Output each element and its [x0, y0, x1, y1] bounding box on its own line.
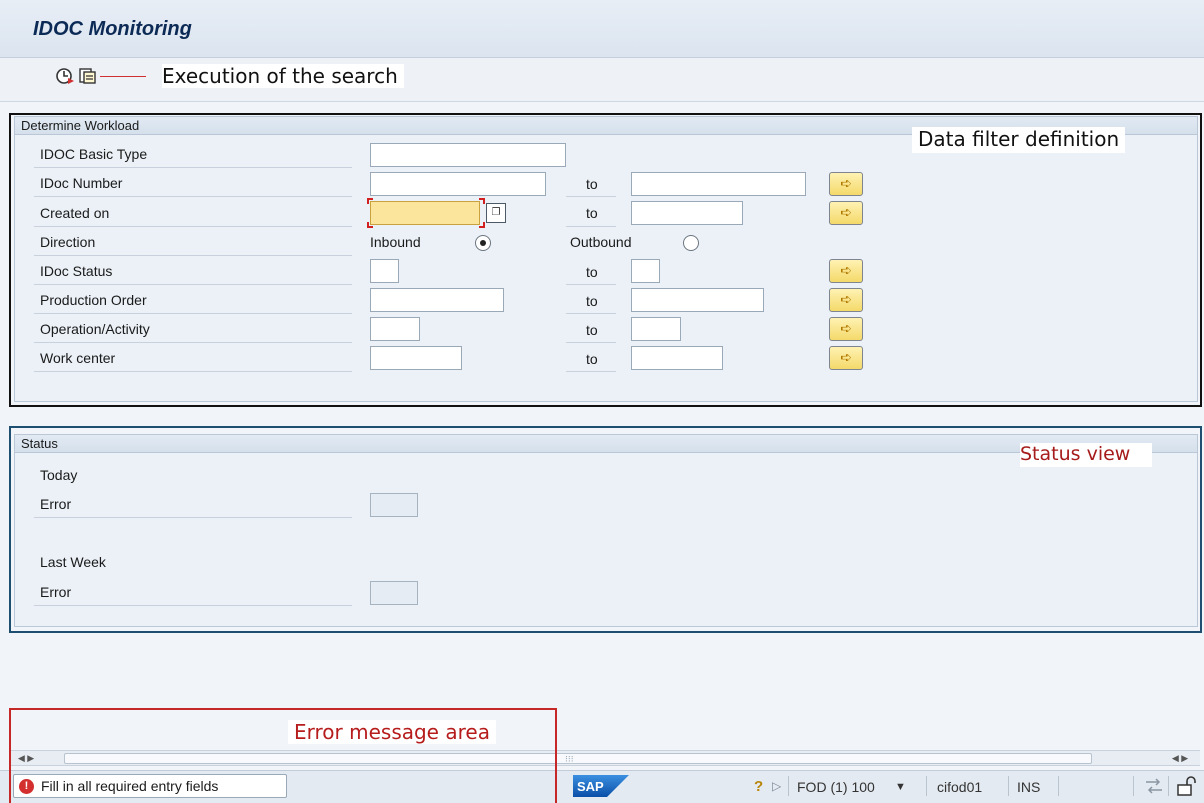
label-last-week-error: Error — [40, 584, 72, 600]
created-on-multiple-selection-button[interactable]: ➪ — [829, 201, 863, 225]
annotation-box-filter — [9, 113, 1202, 407]
help-icon[interactable]: ? — [754, 778, 763, 795]
label-underline — [34, 226, 352, 227]
label-today-error: Error — [40, 496, 72, 512]
selection-variant-icon[interactable] — [78, 66, 98, 86]
required-corner-mark — [479, 198, 485, 204]
sap-logo: SAP — [573, 775, 629, 797]
insert-mode: INS — [1017, 779, 1041, 795]
operation-activity-multiple-selection-button[interactable]: ➪ — [829, 317, 863, 341]
required-corner-mark — [479, 222, 485, 228]
idoc-number-to-input[interactable] — [631, 172, 806, 196]
label-idoc-number: IDoc Number — [40, 175, 123, 191]
client-info: cifod01 — [937, 779, 983, 795]
label-underline — [566, 284, 616, 285]
direction-inbound-radio[interactable] — [475, 235, 491, 251]
production-order-multiple-selection-button[interactable]: ➪ — [829, 288, 863, 312]
required-corner-mark — [367, 198, 373, 204]
work-center-from-input[interactable] — [370, 346, 462, 370]
chevron-down-icon[interactable]: ▼ — [895, 781, 906, 793]
idoc-number-from-input[interactable] — [370, 172, 546, 196]
execute-icon[interactable] — [55, 66, 75, 86]
label-direction: Direction — [40, 234, 96, 250]
system-info[interactable]: FOD (1) 100 — [797, 779, 875, 795]
operation-activity-to-input[interactable] — [631, 317, 681, 341]
label-operation-activity: Operation/Activity — [40, 321, 150, 337]
idoc-number-to-label: to — [586, 176, 598, 192]
scroll-grip-icon[interactable]: ⁝⁝⁝ — [565, 754, 574, 765]
last-week-error-count-field — [370, 581, 418, 605]
label-created-on: Created on — [40, 205, 110, 221]
statusbar-separator — [1008, 776, 1009, 796]
scroll-right-icon[interactable]: ◀ ▶ — [1168, 752, 1192, 764]
work-center-multiple-selection-button[interactable]: ➪ — [829, 346, 863, 370]
label-underline — [34, 605, 352, 606]
label-today: Today — [40, 467, 78, 483]
idoc-status-multiple-selection-button[interactable]: ➪ — [829, 259, 863, 283]
label-idoc-basic-type: IDOC Basic Type — [40, 146, 148, 162]
annotation-data-filter: Data filter definition — [912, 127, 1126, 153]
required-corner-mark — [367, 222, 373, 228]
statusbar-separator — [1168, 776, 1169, 796]
annotation-pointer-line — [100, 76, 146, 77]
statusbar-separator — [1058, 776, 1059, 796]
sap-logo-text: SAP — [577, 779, 604, 794]
work-center-to-input[interactable] — [631, 346, 723, 370]
label-underline — [566, 226, 616, 227]
production-order-from-input[interactable] — [370, 288, 504, 312]
direction-outbound-radio[interactable] — [683, 235, 699, 251]
label-underline — [566, 313, 616, 314]
statusbar-separator — [788, 776, 789, 796]
production-order-to-input[interactable] — [631, 288, 764, 312]
label-underline — [34, 196, 352, 197]
label-last-week: Last Week — [40, 554, 106, 570]
annotation-status-view: Status view — [1020, 443, 1153, 467]
idoc-basic-type-input[interactable] — [370, 143, 566, 167]
label-underline — [566, 342, 616, 343]
label-underline — [34, 284, 352, 285]
label-underline — [34, 255, 352, 256]
label-production-order: Production Order — [40, 292, 147, 308]
today-error-count-field — [370, 493, 418, 517]
expand-status-icon[interactable]: ▷ — [772, 779, 781, 793]
annotation-execution: Execution of the search — [162, 64, 404, 88]
label-underline — [34, 313, 352, 314]
created-on-to-input[interactable] — [631, 201, 743, 225]
unlock-icon[interactable] — [1176, 775, 1198, 797]
label-work-center: Work center — [40, 350, 116, 366]
label-idoc-status: IDoc Status — [40, 263, 113, 279]
production-order-to-label: to — [586, 293, 598, 309]
label-underline — [34, 371, 352, 372]
direction-outbound-label: Outbound — [570, 234, 632, 250]
annotation-error-area: Error message area — [288, 720, 496, 744]
idoc-status-to-input[interactable] — [631, 259, 660, 283]
label-underline — [34, 517, 352, 518]
work-center-to-label: to — [586, 351, 598, 367]
label-underline — [566, 371, 616, 372]
statusbar-separator — [926, 776, 927, 796]
created-on-to-label: to — [586, 205, 598, 221]
page-title: IDOC Monitoring — [33, 18, 192, 40]
calendar-help-icon[interactable]: ❐ — [486, 203, 506, 223]
statusbar-separator — [1133, 776, 1134, 796]
transfer-icon[interactable] — [1143, 777, 1165, 795]
idoc-status-to-label: to — [586, 264, 598, 280]
idoc-number-multiple-selection-button[interactable]: ➪ — [829, 172, 863, 196]
idoc-status-from-input[interactable] — [370, 259, 399, 283]
operation-activity-from-input[interactable] — [370, 317, 420, 341]
operation-activity-to-label: to — [586, 322, 598, 338]
created-on-from-input[interactable] — [370, 201, 480, 225]
label-underline — [34, 167, 352, 168]
direction-inbound-label: Inbound — [370, 234, 421, 250]
label-underline — [34, 342, 352, 343]
label-underline — [566, 196, 616, 197]
